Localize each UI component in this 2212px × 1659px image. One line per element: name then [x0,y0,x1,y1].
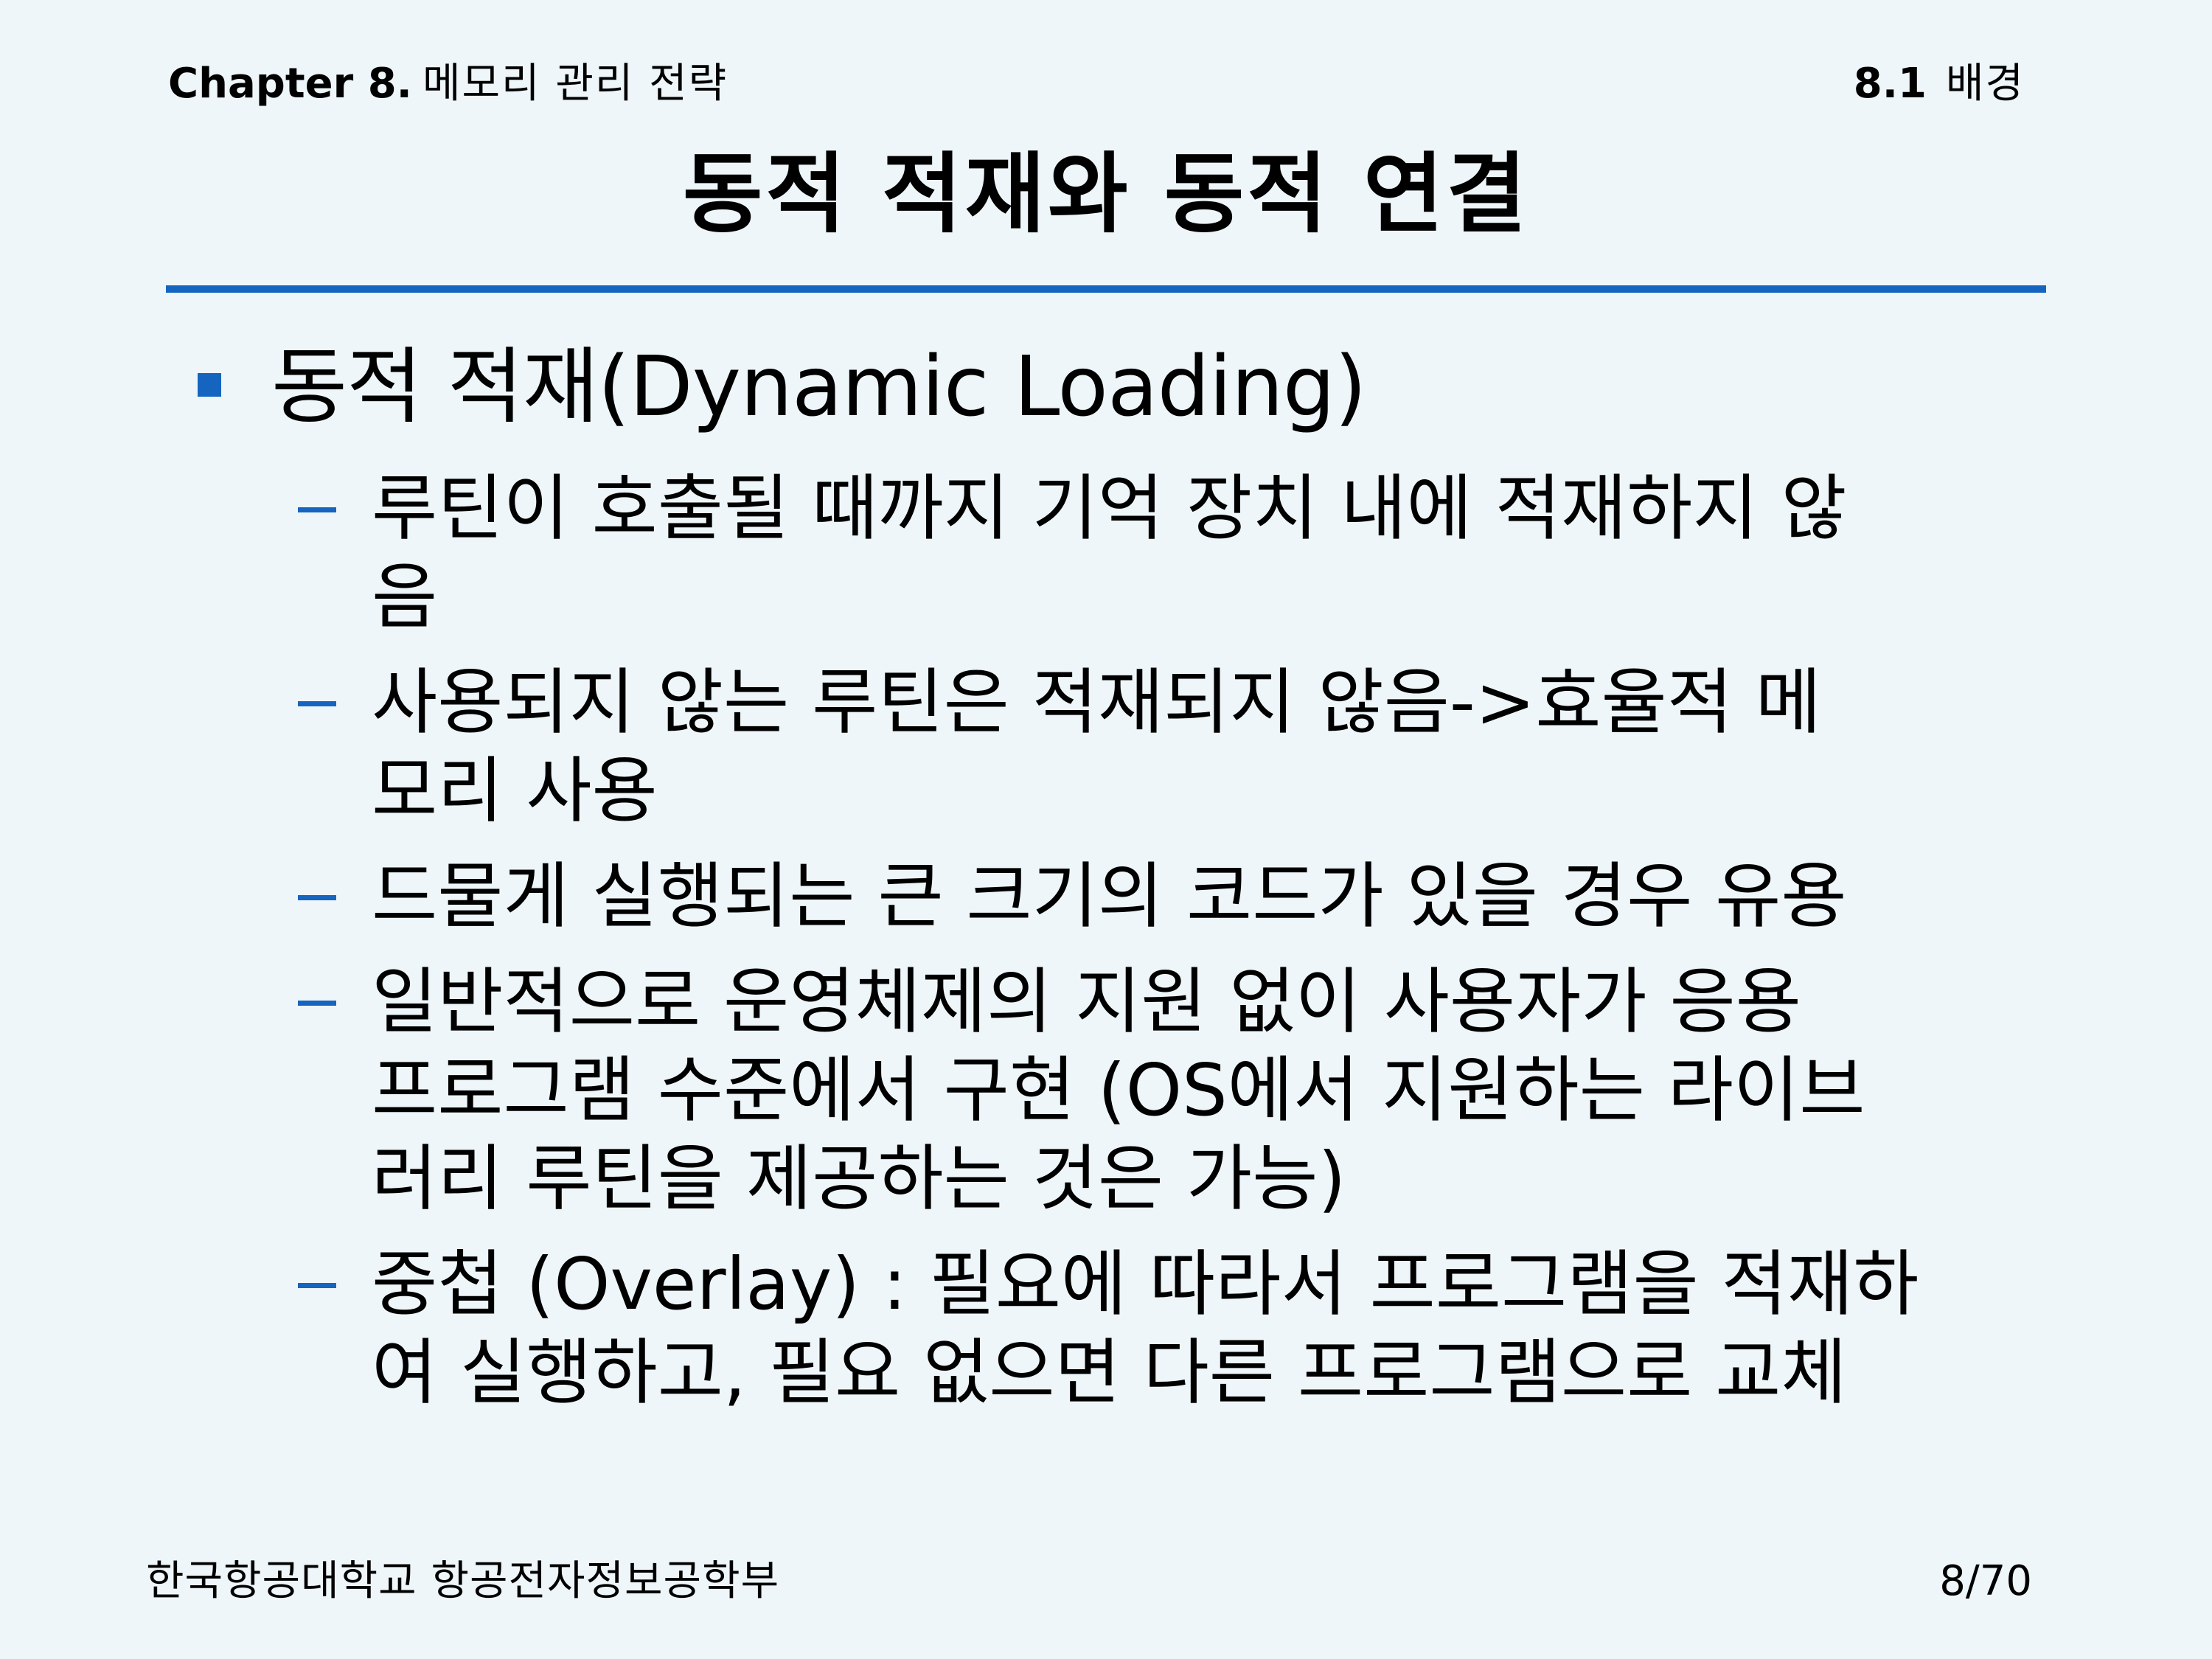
footer-university: 한국항공대학교 항공전자정보공학부 [146,1557,780,1605]
chapter-header: Chapter 8. 메모리 관리 전략 [168,58,728,111]
slide: Chapter 8. 메모리 관리 전략 8.1 배경 동적 적재와 동적 연결 동… [0,0,2212,1659]
sub-bullet-line: 루틴이 호출될 때까지 기억 장치 내에 적재하지 않 [372,467,1847,550]
sub-bullet-line: 여 실행하고, 필요 없으면 다른 프로그램으로 교체 [372,1331,1847,1414]
section-title: 배경 [1945,60,2025,108]
dash-bullet-icon [298,701,336,706]
sub-bullet-line: 드물게 실행되는 큰 크기의 코드가 있을 경우 유용 [372,855,1847,938]
slide-title: 동적 적재와 동적 연결 [682,143,1530,245]
sub-bullet-line: 프로그램 수준에서 구현 (OS에서 지원하는 라이브 [372,1048,1865,1132]
dash-bullet-icon [298,507,336,512]
square-bullet-icon [198,373,221,397]
sub-bullet-line: 모리 사용 [372,749,658,832]
sub-bullet-line: 음 [372,555,438,639]
chapter-number: Chapter 8. [168,60,412,108]
main-bullet-text: 동적 적재(Dynamic Loading) [271,339,1367,435]
page-number: 8/70 [1939,1557,2032,1605]
sub-bullet-line: 사용되지 않는 루틴은 적재되지 않음->효율적 메 [372,661,1822,744]
section-number: 8.1 [1853,60,1927,108]
sub-bullet-line: 러리 루틴을 제공하는 것은 가능) [372,1137,1346,1220]
section-header: 8.1 배경 [1854,58,2025,111]
chapter-title: 메모리 관리 전략 [422,60,728,108]
sub-bullet-line: 일반적으로 운영체제의 지원 없이 사용자가 응용 [372,960,1801,1043]
title-divider [166,285,2046,293]
sub-bullet-line: 중첩 (Overlay) : 필요에 따라서 프로그램을 적재하 [372,1242,1919,1326]
dash-bullet-icon [298,1283,336,1288]
dash-bullet-icon [298,1001,336,1006]
dash-bullet-icon [298,895,336,900]
